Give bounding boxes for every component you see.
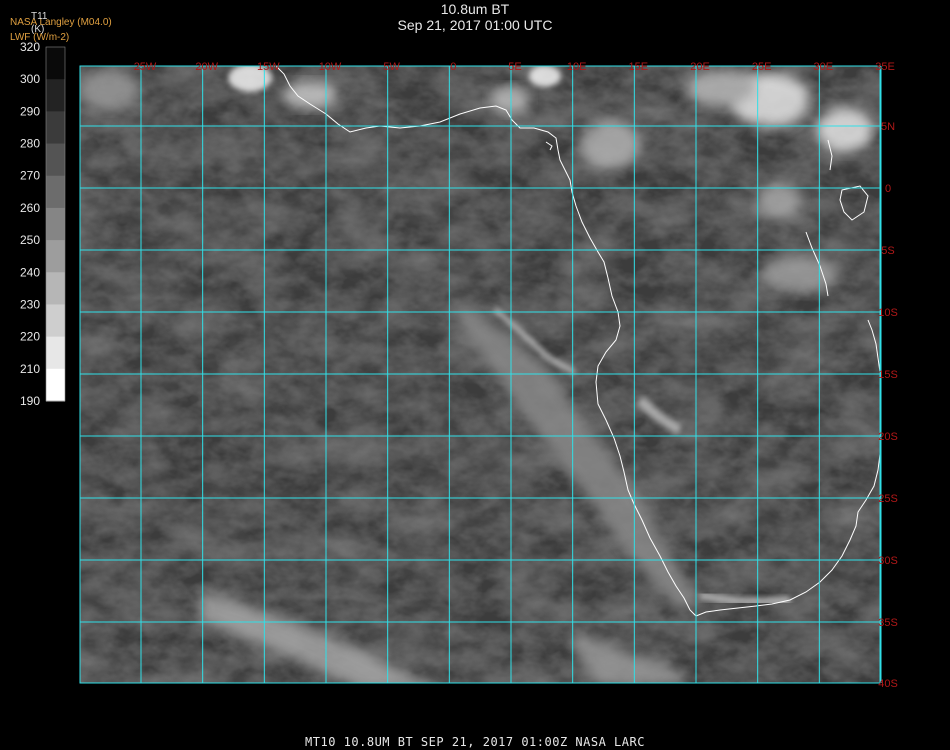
- longitude-label: 15W: [257, 61, 280, 73]
- longitude-label: 0: [450, 61, 456, 73]
- latitude-label: 40S: [878, 678, 898, 690]
- longitude-label: 10E: [567, 61, 587, 73]
- latitude-label: 25S: [878, 493, 898, 505]
- latitude-label: 15S: [878, 369, 898, 381]
- longitude-label: 30E: [814, 61, 834, 73]
- longitude-label: 20E: [690, 61, 710, 73]
- latitude-label: 5N: [881, 121, 895, 133]
- longitude-label: 20W: [195, 61, 218, 73]
- longitude-label: 5E: [508, 61, 521, 73]
- longitude-label: 25W: [134, 61, 157, 73]
- latitude-label: 0: [885, 183, 891, 195]
- latitude-label: 30S: [878, 555, 898, 567]
- longitude-label: 15E: [629, 61, 649, 73]
- longitude-label: 35E: [875, 61, 895, 73]
- latitude-label: 5S: [881, 245, 894, 257]
- latitude-label: 10S: [878, 307, 898, 319]
- longitude-label: 25E: [752, 61, 772, 73]
- latitude-label: 35S: [878, 617, 898, 629]
- longitude-label: 5W: [383, 61, 400, 73]
- longitude-label: 10W: [319, 61, 342, 73]
- satellite-map: 25W 20W 15W 10W 5W 0 5E 10E 15E 20E 25E 30E 35E 5N 0 5S…: [79, 61, 898, 690]
- latitude-label: 20S: [878, 431, 898, 443]
- footer-caption: MT10 10.8UM BT SEP 21, 2017 01:00Z NASA …: [305, 735, 645, 749]
